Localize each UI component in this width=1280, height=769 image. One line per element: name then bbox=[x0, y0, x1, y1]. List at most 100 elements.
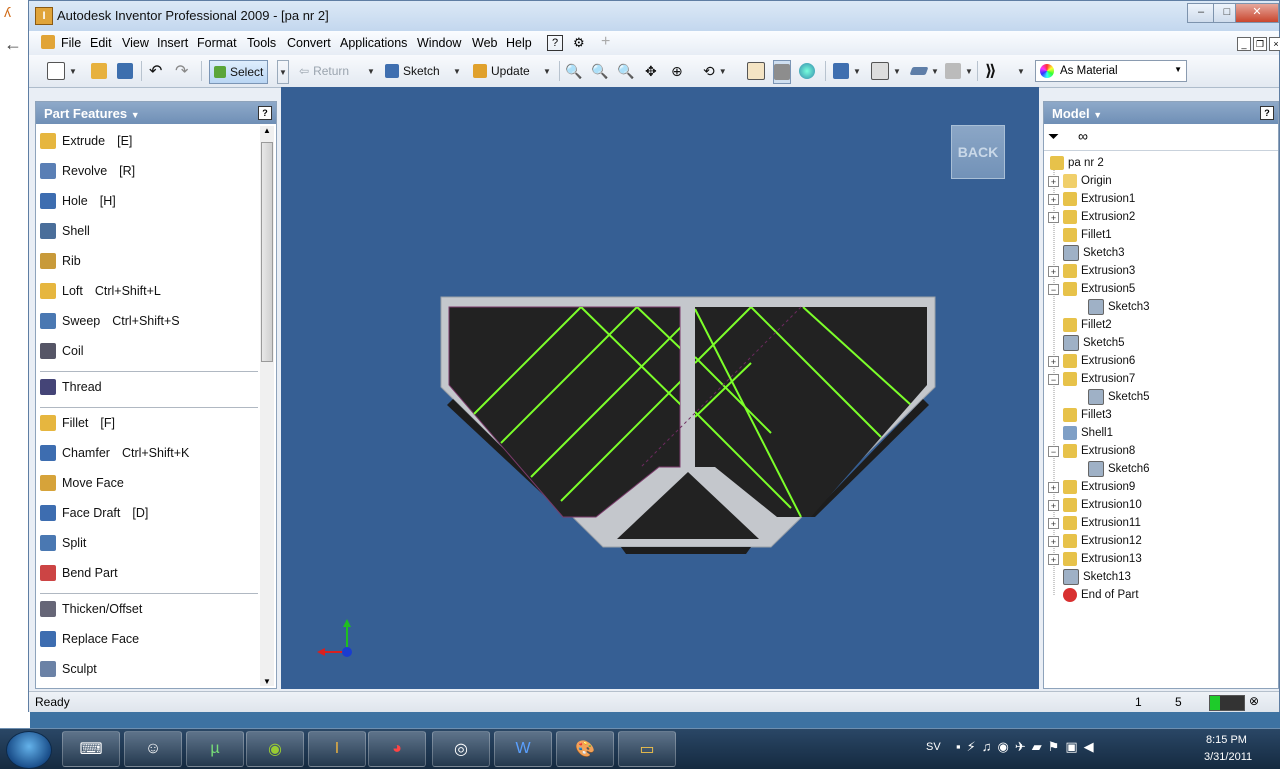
scroll-down-icon[interactable]: ▼ bbox=[263, 677, 271, 686]
tree-node-sketch[interactable]: Sketch6 bbox=[1088, 460, 1150, 478]
menu-help[interactable]: Help bbox=[506, 36, 532, 50]
feature-extrude[interactable]: Extrude [E] bbox=[40, 130, 132, 152]
scroll-up-icon[interactable]: ▲ bbox=[263, 126, 271, 135]
tree-node-extrusion[interactable]: − Extrusion5 bbox=[1048, 280, 1135, 298]
new-button[interactable]: ▼ bbox=[47, 60, 77, 82]
tree-node-sketch[interactable]: Sketch13 bbox=[1048, 568, 1131, 586]
sketch-dropdown[interactable]: ▼ bbox=[453, 60, 461, 82]
display-mode-button[interactable] bbox=[799, 60, 815, 82]
feature-shell[interactable]: Shell bbox=[40, 220, 90, 242]
next-dropdown[interactable]: ▼ bbox=[1017, 60, 1025, 82]
tree-node-extrusion[interactable]: + Extrusion12 bbox=[1048, 532, 1142, 550]
menu-format[interactable]: Format bbox=[197, 36, 237, 50]
update-dropdown[interactable]: ▼ bbox=[543, 60, 551, 82]
tree-node-extrusion[interactable]: + Extrusion10 bbox=[1048, 496, 1142, 514]
feature-chamfer[interactable]: Chamfer Ctrl+Shift+K bbox=[40, 442, 189, 464]
panel-header[interactable]: Part Features ▼ ? bbox=[36, 102, 276, 124]
tree-node-shell[interactable]: Shell1 bbox=[1048, 424, 1113, 442]
feature-move-face[interactable]: Move Face bbox=[40, 472, 124, 494]
help-icon[interactable]: ? bbox=[258, 106, 272, 120]
save-button[interactable] bbox=[117, 60, 133, 82]
menu-edit[interactable]: Edit bbox=[90, 36, 112, 50]
expand-icon[interactable]: + bbox=[1048, 211, 1059, 223]
tree-node-folder[interactable]: + Origin bbox=[1048, 172, 1112, 190]
tree-node-sketch[interactable]: Sketch5 bbox=[1048, 334, 1125, 352]
tree-node-extrusion[interactable]: − Extrusion7 bbox=[1048, 370, 1135, 388]
feature-rib[interactable]: Rib bbox=[40, 250, 81, 272]
start-button[interactable] bbox=[6, 731, 52, 769]
rotate-button[interactable]: ⟲ ▼ bbox=[703, 60, 727, 82]
help-icon[interactable]: ? bbox=[547, 35, 563, 51]
feature-hole[interactable]: Hole [H] bbox=[40, 190, 116, 212]
tree-node-extrusion[interactable]: + Extrusion2 bbox=[1048, 208, 1135, 226]
zoom-all-button[interactable]: 🔍 bbox=[565, 60, 582, 82]
tree-node-extrusion[interactable]: + Extrusion6 bbox=[1048, 352, 1135, 370]
taskbar-app-media[interactable]: ◎ bbox=[432, 731, 490, 767]
menu-applications[interactable]: Applications bbox=[340, 36, 407, 50]
feature-thread[interactable]: Thread bbox=[40, 376, 102, 398]
expand-icon[interactable]: + bbox=[1048, 535, 1059, 547]
expand-icon[interactable]: + bbox=[1048, 517, 1059, 529]
zoom-button[interactable]: 🔍 bbox=[617, 60, 634, 82]
tray-icons[interactable]: ▪⚡♫◉✈▰⚑▣◀ bbox=[956, 739, 1100, 755]
tree-node-fillet[interactable]: Fillet3 bbox=[1048, 406, 1112, 424]
tree-node-sketch[interactable]: Sketch3 bbox=[1088, 298, 1150, 316]
collapse-icon[interactable]: − bbox=[1048, 373, 1059, 385]
select-button[interactable]: Select bbox=[209, 60, 269, 84]
taskbar-app-inventor[interactable]: I bbox=[308, 731, 366, 767]
feature-face-draft[interactable]: Face Draft [D] bbox=[40, 502, 148, 524]
minimize-button[interactable]: – bbox=[1187, 3, 1215, 23]
viewcube-back-face[interactable]: BACK bbox=[951, 125, 1005, 179]
taskbar-app-word[interactable]: W bbox=[494, 731, 552, 767]
taskbar-app-explorer[interactable]: ▭ bbox=[618, 731, 676, 767]
feature-thicken-offset[interactable]: Thicken/Offset bbox=[40, 598, 142, 620]
taskbar-app-spotify[interactable]: ◉ bbox=[246, 731, 304, 767]
document-icon[interactable] bbox=[41, 35, 55, 49]
section-button[interactable]: ▼ bbox=[909, 60, 939, 82]
feature-sweep[interactable]: Sweep Ctrl+Shift+S bbox=[40, 310, 180, 332]
menu-view[interactable]: View bbox=[122, 36, 149, 50]
taskbar-app-chrome[interactable]: ◕ bbox=[368, 731, 426, 767]
graphics-viewport[interactable]: BACK bbox=[281, 87, 1039, 689]
collapse-icon[interactable]: − bbox=[1048, 445, 1059, 457]
menu-insert[interactable]: Insert bbox=[157, 36, 188, 50]
redo-button[interactable]: ↷ bbox=[175, 60, 188, 82]
close-button[interactable]: ✕ bbox=[1235, 3, 1279, 23]
taskbar-app-messenger[interactable]: ☺ bbox=[124, 731, 182, 767]
zoom-window-button[interactable]: 🔍 bbox=[591, 60, 608, 82]
taskbar-app-keyboard[interactable]: ⌨ bbox=[62, 731, 120, 767]
feature-loft[interactable]: Loft Ctrl+Shift+L bbox=[40, 280, 161, 302]
expand-icon[interactable]: + bbox=[1048, 499, 1059, 511]
tree-node-extrusion[interactable]: + Extrusion11 bbox=[1048, 514, 1141, 532]
tree-node-fillet[interactable]: Fillet1 bbox=[1048, 226, 1112, 244]
zoom-selected-button[interactable]: ⊕ bbox=[671, 60, 683, 82]
feature-fillet[interactable]: Fillet [F] bbox=[40, 412, 115, 434]
tree-node-extrusion[interactable]: + Extrusion13 bbox=[1048, 550, 1142, 568]
select-dropdown[interactable]: ▼ bbox=[277, 60, 289, 84]
update-button[interactable]: Update bbox=[473, 60, 530, 82]
analysis-button[interactable]: ▼ bbox=[945, 60, 973, 82]
expand-icon[interactable]: + bbox=[1048, 175, 1059, 187]
tree-node-extrusion[interactable]: − Extrusion8 bbox=[1048, 442, 1135, 460]
scroll-thumb[interactable] bbox=[261, 142, 273, 362]
expand-icon[interactable]: + bbox=[1048, 193, 1059, 205]
menu-web[interactable]: Web bbox=[472, 36, 497, 50]
filter-icon[interactable]: ⏷ bbox=[1048, 128, 1059, 145]
return-button[interactable]: ⇦ Return bbox=[299, 60, 349, 82]
feature-replace-face[interactable]: Replace Face bbox=[40, 628, 139, 650]
menu-tools[interactable]: Tools bbox=[247, 36, 276, 50]
find-binoculars-icon[interactable]: ∞ bbox=[1078, 128, 1088, 144]
pan-button[interactable]: ✥ bbox=[645, 60, 657, 82]
orthographic-button[interactable]: ▼ bbox=[833, 60, 861, 82]
tree-node-extrusion[interactable]: + Extrusion1 bbox=[1048, 190, 1135, 208]
undo-button[interactable]: ↶ bbox=[149, 60, 162, 82]
clock-date[interactable]: 3/31/2011 bbox=[1204, 751, 1252, 763]
menu-convert[interactable]: Convert bbox=[287, 36, 331, 50]
feature-sculpt[interactable]: Sculpt bbox=[40, 658, 97, 680]
panel-scrollbar[interactable]: ▲ ▼ bbox=[260, 126, 274, 686]
expand-icon[interactable]: + bbox=[1048, 265, 1059, 277]
taskbar-app-utorrent[interactable]: µ bbox=[186, 731, 244, 767]
material-select[interactable]: As Material ▼ bbox=[1035, 60, 1187, 82]
tree-node-sketch[interactable]: Sketch5 bbox=[1088, 388, 1150, 406]
feature-coil[interactable]: Coil bbox=[40, 340, 84, 362]
